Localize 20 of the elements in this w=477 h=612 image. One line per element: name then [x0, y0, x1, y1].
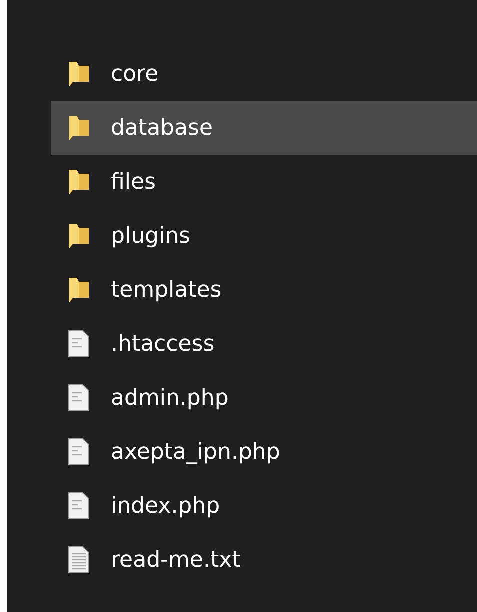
document-icon: [67, 438, 91, 466]
file-list-item[interactable]: axepta_ipn.php: [51, 425, 477, 479]
document-icon: [67, 330, 91, 358]
folder-icon: [67, 60, 91, 88]
folder-icon: [67, 114, 91, 142]
file-list-item[interactable]: .htaccess: [51, 317, 477, 371]
document-icon: [67, 384, 91, 412]
folder-icon: [67, 276, 91, 304]
folder-icon: [67, 222, 91, 250]
file-list-item[interactable]: database: [51, 101, 477, 155]
file-list-item[interactable]: core: [51, 47, 477, 101]
file-list-item[interactable]: read-me.txt: [51, 533, 477, 587]
document-icon: [67, 492, 91, 520]
file-list-item[interactable]: plugins: [51, 209, 477, 263]
folder-icon: [67, 168, 91, 196]
file-list-item[interactable]: admin.php: [51, 371, 477, 425]
file-list-item[interactable]: index.php: [51, 479, 477, 533]
document-icon: [67, 546, 91, 574]
file-list-item[interactable]: templates: [51, 263, 477, 317]
file-list-item[interactable]: files: [51, 155, 477, 209]
